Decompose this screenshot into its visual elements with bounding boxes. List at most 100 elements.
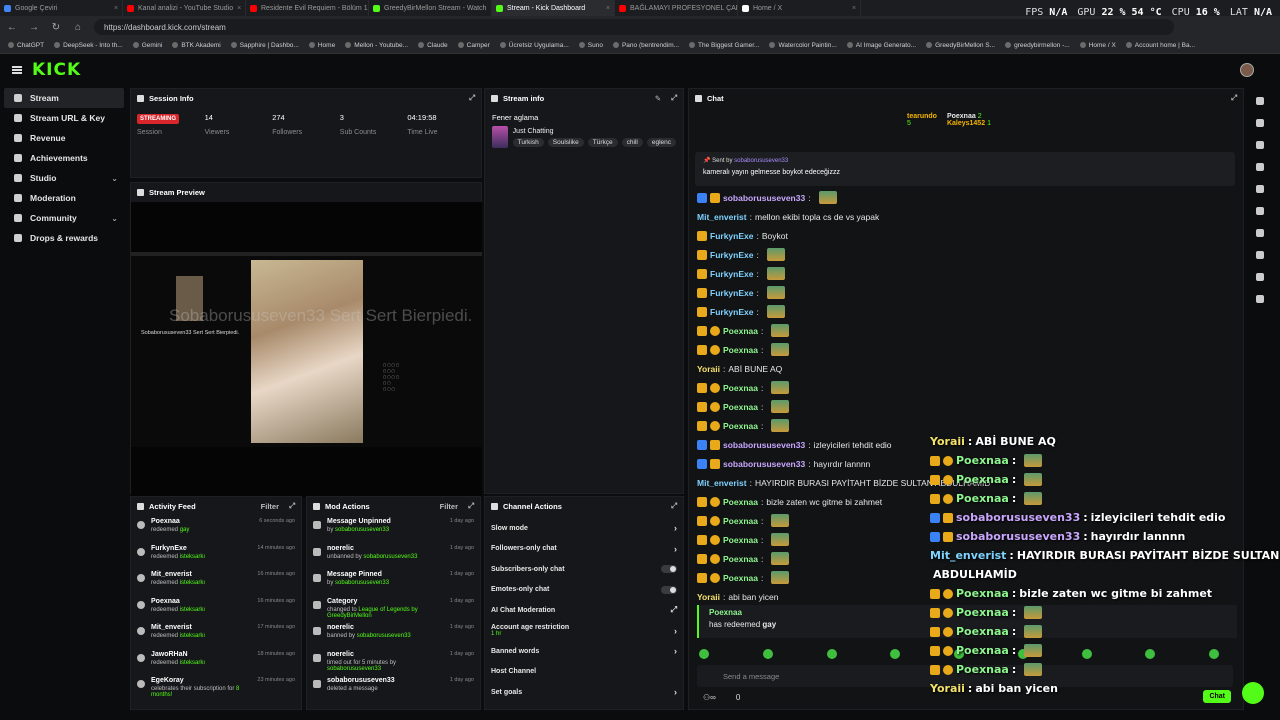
chat-username[interactable]: Poexnaa (723, 535, 758, 545)
chevron-right-icon[interactable]: › (674, 523, 677, 533)
chat-username[interactable]: Poexnaa (723, 573, 758, 583)
bookmark-item[interactable]: Ücretsiz Uygulama... (500, 42, 569, 49)
stream-tag[interactable]: eglenc (646, 138, 676, 147)
chat-username[interactable]: Poexnaa (723, 421, 758, 431)
emote-icon[interactable] (826, 649, 837, 659)
channel-action-row[interactable]: Set goals › (485, 682, 683, 703)
chat-username[interactable]: FurkynExe (710, 250, 753, 260)
browser-tab[interactable]: Stream - Kick Dashboard × (492, 0, 615, 16)
expand-icon[interactable]: ⤢ (289, 501, 295, 511)
chevron-right-icon[interactable]: › (674, 646, 677, 656)
chevron-down-icon[interactable]: ⌄ (111, 174, 118, 183)
stream-tag[interactable]: Türkçe (587, 138, 618, 147)
chat-username[interactable]: Yoraii (697, 592, 720, 602)
kick-logo[interactable]: KICK (32, 60, 81, 80)
channel-action-row[interactable]: Host Channel (485, 662, 683, 683)
browser-tab[interactable]: Kanal analizi - YouTube Studio × (123, 0, 246, 16)
sidebar-item[interactable]: Revenue (4, 128, 124, 148)
chat-username[interactable]: Mit_enverist (697, 212, 747, 222)
chat-username[interactable]: Poexnaa (723, 554, 758, 564)
sidebar-item[interactable]: Studio ⌄ (4, 168, 124, 188)
chevron-right-icon[interactable]: › (674, 687, 677, 697)
bookmark-item[interactable]: Gemini (133, 42, 163, 49)
apps-icon[interactable] (1256, 295, 1264, 303)
bolt-icon[interactable] (1256, 163, 1264, 171)
stream-tag[interactable]: Soulslike (547, 138, 584, 147)
pinned-message[interactable]: 📌 Sent by sobaborususeven33 kameralı yay… (695, 152, 1235, 186)
stream-tag[interactable]: Turkish (512, 138, 544, 147)
crop-icon[interactable] (1256, 141, 1264, 149)
link-icon[interactable] (1256, 229, 1264, 237)
sidebar-item[interactable]: Achievements (4, 148, 124, 168)
back-icon[interactable]: ← (6, 22, 18, 33)
reload-icon[interactable]: ↻ (50, 22, 62, 33)
browser-tab[interactable]: GreedyBirMellon Stream - Watch× (369, 0, 492, 16)
channel-action-row[interactable]: Account age restriction 1 hr › (485, 621, 683, 642)
bookmark-item[interactable]: ChatGPT (8, 42, 44, 49)
bookmark-item[interactable]: GreedyBirMellon S... (926, 42, 995, 49)
browser-tab[interactable]: BAĞLAMAYI PROFESYONEL ÇALM× (615, 0, 738, 16)
close-icon[interactable]: × (237, 5, 241, 12)
bookmark-item[interactable]: greedybirmellon -... (1005, 42, 1070, 49)
expand-icon[interactable]: ⤢ (468, 501, 474, 511)
chat-username[interactable]: Poexnaa (723, 345, 758, 355)
chat-username[interactable]: sobaborususeven33 (723, 459, 805, 469)
menu-icon[interactable] (12, 66, 22, 74)
channel-action-row[interactable]: AI Chat Moderation ⤢ (485, 600, 683, 621)
filter-button[interactable]: Filter (261, 502, 279, 511)
activity-user[interactable]: Mit_enverist (151, 571, 205, 578)
sidebar-item[interactable]: Stream (4, 88, 124, 108)
activity-user[interactable]: Mit_enverist (151, 624, 205, 631)
pinned-user[interactable]: sobaborususeven33 (734, 158, 788, 164)
document-icon[interactable] (1256, 185, 1264, 193)
users-icon[interactable]: ⚇∞ (703, 693, 716, 702)
activity-user[interactable]: EgeKoray (151, 677, 251, 684)
chat-username[interactable]: sobaborususeven33 (723, 193, 805, 203)
edit-icon[interactable]: ✎ (655, 94, 661, 103)
bookmark-item[interactable]: Sapphire | Dashbo... (231, 42, 299, 49)
browser-tab[interactable]: Google Çeviri × (0, 0, 123, 16)
bookmark-item[interactable]: Pano (bentrendim... (613, 42, 679, 49)
chat-bubble-icon[interactable] (1256, 207, 1264, 215)
toggle-switch[interactable] (661, 585, 677, 594)
channel-action-row[interactable]: Emotes-only chat (485, 580, 683, 601)
expand-icon[interactable]: ⤢ (671, 501, 677, 511)
stream-tag[interactable]: chill (621, 138, 643, 147)
close-icon[interactable]: × (852, 5, 856, 12)
url-field[interactable]: https://dashboard.kick.com/stream (94, 19, 1174, 35)
activity-user[interactable]: Poexnaa (151, 518, 189, 525)
channel-action-row[interactable]: Banned words › (485, 641, 683, 662)
bookmark-item[interactable]: Camper (458, 42, 490, 49)
activity-user[interactable]: JawoRHaN (151, 651, 205, 658)
close-icon[interactable]: × (606, 5, 610, 12)
forward-icon[interactable]: → (28, 22, 40, 33)
help-button[interactable] (1242, 682, 1264, 704)
chat-username[interactable]: Yoraii (697, 364, 720, 374)
bookmark-item[interactable]: Watercolor Paintin... (769, 42, 836, 49)
chat-username[interactable]: Poexnaa (723, 497, 758, 507)
channel-action-row[interactable]: Followers-only chat › (485, 539, 683, 560)
grid-icon[interactable] (1256, 251, 1264, 259)
bookmark-item[interactable]: Claude (418, 42, 448, 49)
bookmark-item[interactable]: Suno (579, 42, 603, 49)
chat-username[interactable]: FurkynExe (710, 269, 753, 279)
user-avatar[interactable] (1240, 63, 1254, 77)
chat-username[interactable]: sobaborususeven33 (723, 440, 805, 450)
external-link-icon[interactable]: ⤢ (671, 605, 677, 615)
chat-username[interactable]: Poexnaa (723, 516, 758, 526)
bookmark-item[interactable]: Mellon - Youtube... (345, 42, 408, 49)
chat-username[interactable]: Poexnaa (723, 326, 758, 336)
bookmark-item[interactable]: Home / X (1080, 42, 1116, 49)
sidebar-item[interactable]: Moderation (4, 188, 124, 208)
channel-action-row[interactable]: Slow mode › (485, 518, 683, 539)
wrench-icon[interactable] (1256, 273, 1264, 281)
bookmark-item[interactable]: AI Image Generato... (847, 42, 916, 49)
channel-action-row[interactable]: Subscribers-only chat (485, 559, 683, 580)
chevron-right-icon[interactable]: › (674, 626, 677, 636)
expand-icon[interactable]: ⤢ (469, 93, 475, 103)
stream-video[interactable]: Sobaborususeven33 Sert Sert Bierpiedi. ▢… (131, 202, 482, 497)
expand-icon[interactable]: ⤢ (671, 93, 677, 103)
sidebar-item[interactable]: Drops & rewards (4, 228, 124, 248)
edit-icon[interactable] (1256, 119, 1264, 127)
activity-user[interactable]: Poexnaa (151, 598, 205, 605)
